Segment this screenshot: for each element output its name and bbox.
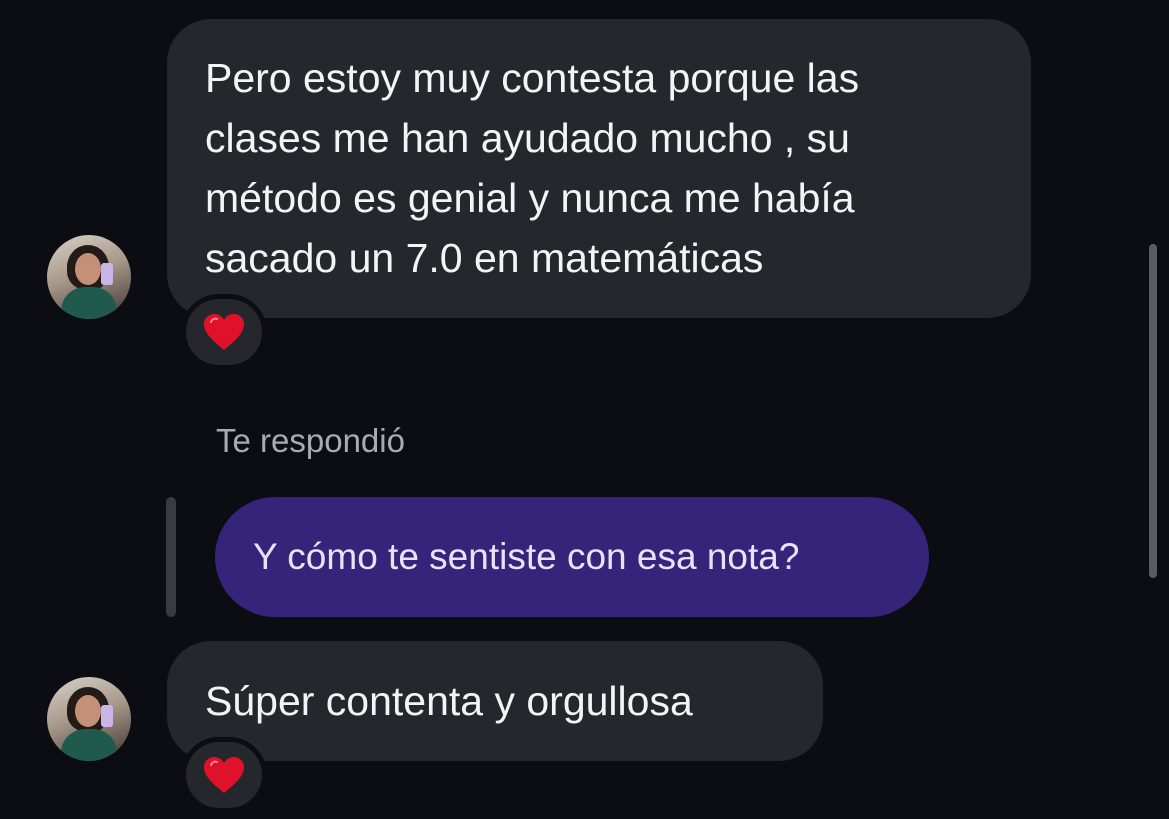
red-heart-icon	[204, 314, 244, 350]
scrollbar[interactable]	[1149, 244, 1157, 578]
message-text-line: método es genial y nunca me había	[205, 175, 855, 221]
avatar-torso	[61, 729, 117, 761]
red-heart-icon	[204, 757, 244, 793]
message-bubble-incoming[interactable]: Pero estoy muy contesta porque las clase…	[167, 19, 1031, 318]
avatar-phone	[101, 263, 113, 285]
reply-indicator-bar	[166, 497, 176, 617]
avatar-face	[75, 253, 101, 285]
avatar-torso	[61, 287, 117, 319]
reaction-badge[interactable]	[181, 294, 267, 370]
avatar[interactable]	[47, 677, 131, 761]
message-text-line: clases me han ayudado mucho , su	[205, 115, 850, 161]
avatar[interactable]	[47, 235, 131, 319]
avatar-phone	[101, 705, 113, 727]
message-bubble-outgoing[interactable]: Y cómo te sentiste con esa nota?	[215, 497, 929, 617]
reaction-badge[interactable]	[181, 737, 267, 813]
message-text-line: Pero estoy muy contesta porque las	[205, 55, 860, 101]
message-text: Súper contenta y orgullosa	[205, 678, 693, 724]
chat-thread: Pero estoy muy contesta porque las clase…	[0, 0, 1169, 819]
avatar-face	[75, 695, 101, 727]
message-text: Y cómo te sentiste con esa nota?	[253, 536, 800, 577]
message-text-line: sacado un 7.0 en matemáticas	[205, 235, 764, 281]
message-bubble-incoming[interactable]: Súper contenta y orgullosa	[167, 641, 823, 761]
reply-label: Te respondió	[216, 422, 405, 459]
